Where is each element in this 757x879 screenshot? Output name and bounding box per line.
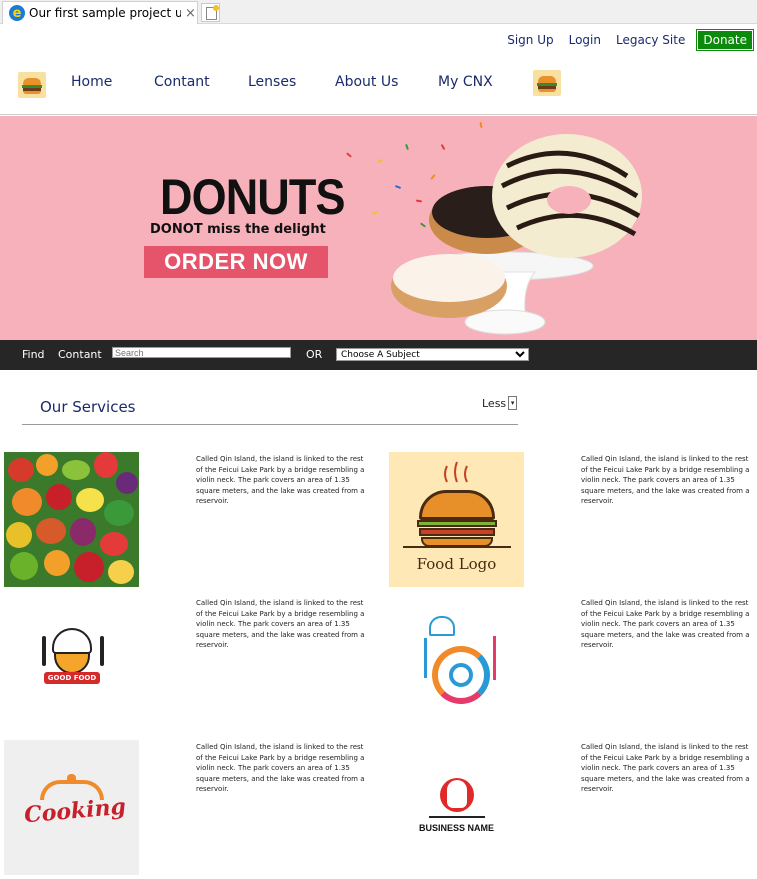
banner-tagline: DONOT miss the delight — [150, 222, 326, 237]
nav-item-home[interactable]: Home — [71, 74, 112, 90]
find-label: Find — [22, 348, 45, 361]
service-description: Called Qin Island, the island is linked … — [196, 599, 365, 649]
cooking-text: Cooking — [23, 793, 127, 829]
good-food-text: GOOD FOOD — [44, 672, 100, 684]
donuts-image — [391, 134, 642, 335]
fork-icon — [424, 638, 427, 678]
service-description: Called Qin Island, the island is linked … — [581, 455, 750, 505]
service-description: Called Qin Island, the island is linked … — [196, 743, 365, 793]
legacy-site-link[interactable]: Legacy Site — [616, 33, 685, 47]
subject-select[interactable]: Choose A Subject — [336, 348, 529, 361]
signup-link[interactable]: Sign Up — [507, 33, 553, 47]
tab-title: Our first sample project usi... — [29, 6, 181, 20]
order-now-button[interactable]: ORDER NOW — [144, 246, 328, 278]
nav-item-lenses[interactable]: Lenses — [248, 74, 296, 90]
less-toggle[interactable]: Less ▾ — [482, 396, 518, 410]
main-nav: Home Contant Lenses About Us My CNX — [0, 60, 757, 115]
good-food-logo-image: GOOD FOOD — [4, 596, 139, 731]
or-label: OR — [306, 348, 323, 361]
banner-heading: DONUTS — [160, 169, 345, 225]
chevron-down-icon[interactable]: ▾ — [508, 396, 518, 410]
search-bar: Find Contant OR Choose A Subject — [0, 340, 757, 370]
browser-tab-bar: e Our first sample project usi... × — [0, 0, 757, 24]
new-tab-icon[interactable] — [201, 3, 220, 22]
less-toggle-label: Less — [482, 396, 507, 410]
fork-icon — [42, 636, 46, 666]
burger-logo-icon[interactable] — [533, 70, 561, 96]
donate-button[interactable]: Donate — [696, 28, 754, 51]
service-description: Called Qin Island, the island is linked … — [581, 743, 750, 793]
top-links: Sign Up Login Legacy Site Donate — [492, 28, 754, 51]
spoon-icon — [493, 636, 496, 680]
business-name-text: BUSINESS NAME — [418, 823, 494, 833]
contant-label: Contant — [58, 348, 102, 361]
food-logo-image: Food Logo — [389, 452, 524, 587]
chef-circle-logo-image — [389, 596, 524, 731]
food-logo-text: Food Logo — [416, 555, 497, 573]
vegetables-image — [4, 452, 139, 587]
close-tab-icon[interactable]: × — [185, 6, 196, 21]
service-description: Called Qin Island, the island is linked … — [196, 455, 365, 505]
services-divider — [22, 424, 518, 425]
service-description: Called Qin Island, the island is linked … — [581, 599, 750, 649]
hero-banner: DONUTS DONOT miss the delight ORDER NOW — [0, 116, 757, 340]
login-link[interactable]: Login — [569, 33, 601, 47]
browser-tab[interactable]: e Our first sample project usi... × — [2, 1, 198, 24]
nav-item-about-us[interactable]: About Us — [335, 74, 398, 90]
cooking-logo-image: Cooking — [4, 740, 139, 875]
internet-explorer-icon: e — [9, 5, 25, 21]
spoon-icon — [100, 636, 104, 666]
search-input[interactable] — [112, 347, 291, 358]
burger-logo-icon[interactable] — [18, 72, 46, 98]
business-name-logo-image: BUSINESS NAME — [389, 740, 524, 875]
chef-avatar-icon — [447, 780, 467, 808]
chef-hat-icon — [429, 616, 455, 636]
nav-item-contant[interactable]: Contant — [154, 74, 210, 90]
nav-item-my-cnx[interactable]: My CNX — [438, 74, 493, 90]
services-title: Our Services — [40, 398, 136, 416]
